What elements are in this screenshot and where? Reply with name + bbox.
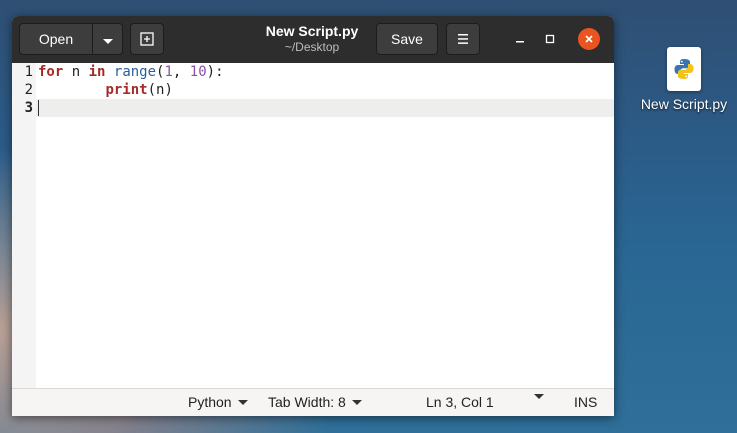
position-menu-button[interactable] bbox=[534, 394, 544, 399]
code-token: for bbox=[38, 64, 64, 80]
line-number: 3 bbox=[24, 100, 33, 116]
hamburger-menu-button[interactable] bbox=[446, 23, 480, 55]
language-selector[interactable]: Python bbox=[188, 394, 248, 410]
code-token: 1 bbox=[164, 64, 173, 80]
code-token: n bbox=[63, 64, 89, 80]
maximize-button[interactable] bbox=[538, 27, 562, 51]
code-token: ): bbox=[206, 64, 224, 80]
code-token: range bbox=[113, 64, 157, 80]
language-label: Python bbox=[188, 394, 232, 410]
desktop-file-icon[interactable]: New Script.py bbox=[634, 47, 734, 112]
text-editor-window: Open New Script.py ~/Desktop Save 1 2 3 … bbox=[12, 16, 614, 416]
code-token: , bbox=[172, 64, 190, 80]
open-button[interactable]: Open bbox=[19, 23, 93, 55]
code-line[interactable]: print(n) bbox=[36, 81, 614, 99]
code-token: (n) bbox=[147, 82, 173, 98]
code-line[interactable] bbox=[36, 99, 614, 117]
status-bar: Python Tab Width: 8 Ln 3, Col 1 INS bbox=[12, 388, 614, 416]
minimize-icon bbox=[516, 41, 524, 43]
chevron-down-icon bbox=[534, 394, 544, 399]
cursor-position-label: Ln 3, Col 1 bbox=[426, 394, 494, 410]
minimize-button[interactable] bbox=[508, 27, 532, 51]
chevron-down-icon bbox=[351, 399, 362, 405]
code-line[interactable]: for n in range(1, 10): bbox=[36, 63, 614, 81]
cursor-position-selector[interactable]: Ln 3, Col 1 bbox=[426, 394, 494, 410]
hamburger-menu-icon bbox=[458, 34, 468, 44]
close-button[interactable] bbox=[578, 28, 600, 50]
code-token: 10 bbox=[189, 64, 207, 80]
code-editor[interactable]: for n in range(1, 10): print(n) bbox=[36, 63, 614, 388]
line-number: 2 bbox=[24, 82, 33, 98]
new-document-icon bbox=[140, 32, 154, 46]
header-bar: Open New Script.py ~/Desktop Save bbox=[12, 16, 614, 63]
maximize-icon bbox=[545, 34, 555, 44]
new-tab-button[interactable] bbox=[130, 23, 164, 55]
tab-width-selector[interactable]: Tab Width: 8 bbox=[268, 394, 362, 410]
code-token: in bbox=[88, 64, 106, 80]
insert-mode-label: INS bbox=[574, 394, 598, 410]
line-number-gutter: 1 2 3 bbox=[12, 63, 36, 388]
desktop-file-label: New Script.py bbox=[640, 96, 728, 112]
tab-width-label: Tab Width: 8 bbox=[268, 394, 346, 410]
insert-mode-indicator: INS bbox=[574, 394, 597, 410]
chevron-down-icon bbox=[102, 31, 113, 47]
close-icon bbox=[585, 35, 593, 43]
chevron-down-icon bbox=[237, 399, 248, 405]
code-token: print bbox=[105, 82, 148, 98]
open-button-label: Open bbox=[38, 31, 74, 47]
save-button[interactable]: Save bbox=[376, 23, 438, 55]
open-menu-button[interactable] bbox=[92, 23, 123, 55]
line-number: 1 bbox=[24, 64, 33, 80]
save-button-label: Save bbox=[391, 31, 423, 47]
python-file-icon bbox=[667, 47, 701, 91]
text-caret bbox=[38, 100, 39, 116]
